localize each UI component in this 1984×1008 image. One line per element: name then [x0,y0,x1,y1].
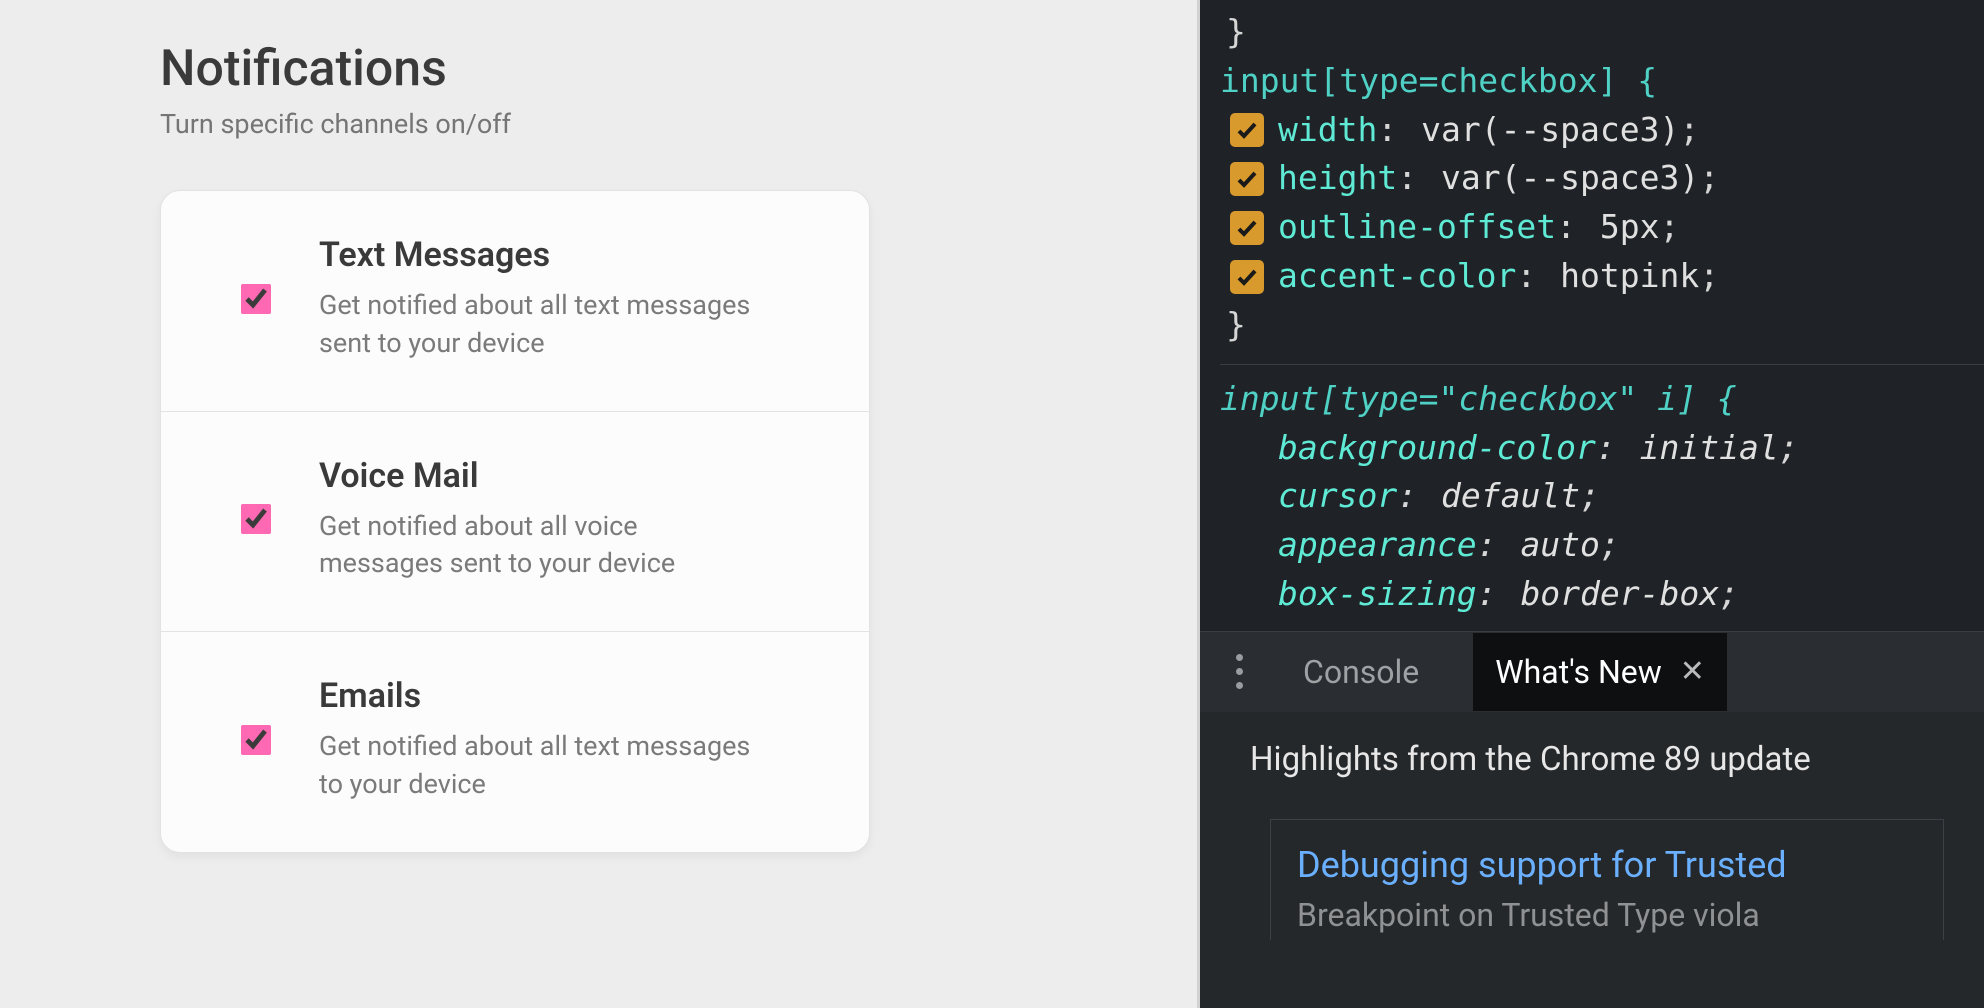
item-title: Emails [319,676,759,716]
css-selector[interactable]: input[type="checkbox" i] { [1220,375,1984,424]
notification-item-emails: Emails Get notified about all text messa… [161,632,869,852]
css-rule: input[type=checkbox] { width: var(--spac… [1220,57,1984,350]
notification-item-voice-mail: Voice Mail Get notified about all voice … [161,412,869,633]
css-declaration[interactable]: accent-color: hotpink; [1220,252,1984,301]
css-declaration[interactable]: appearance: auto; [1220,521,1984,570]
item-text: Text Messages Get notified about all tex… [319,235,759,363]
css-selector[interactable]: input[type=checkbox] { [1220,57,1984,106]
check-icon[interactable] [1230,260,1264,294]
check-icon[interactable] [1230,113,1264,147]
css-brace-close: } [1220,8,1984,57]
item-desc: Get notified about all voice messages se… [319,508,759,584]
item-text: Emails Get notified about all text messa… [319,676,759,804]
page-title: Notifications [160,40,1197,98]
item-desc: Get notified about all text messages sen… [319,287,759,363]
checkbox-voice-mail[interactable] [241,504,271,534]
check-icon[interactable] [1230,211,1264,245]
styles-pane[interactable]: } input[type=checkbox] { width: var(--sp… [1200,0,1984,631]
tab-label: What's New [1495,653,1662,691]
css-declaration[interactable]: width: var(--space3); [1220,106,1984,155]
checkbox-emails[interactable] [241,725,271,755]
css-brace-close: } [1220,301,1984,350]
css-declaration[interactable]: outline-offset: 5px; [1220,203,1984,252]
more-icon[interactable] [1230,648,1249,695]
notification-item-text-messages: Text Messages Get notified about all tex… [161,191,869,412]
whats-new-story[interactable]: Debugging support for Trusted Breakpoint… [1270,819,1944,940]
check-icon[interactable] [1230,162,1264,196]
story-subtitle: Breakpoint on Trusted Type viola [1297,896,1917,934]
devtools-panel: } input[type=checkbox] { width: var(--sp… [1200,0,1984,1008]
page-subtitle: Turn specific channels on/off [160,108,1197,140]
notifications-card: Text Messages Get notified about all tex… [160,190,870,853]
item-title: Voice Mail [319,456,759,496]
item-text: Voice Mail Get notified about all voice … [319,456,759,584]
rule-separator [1220,364,1984,365]
page-pane: Notifications Turn specific channels on/… [0,0,1200,1008]
css-declaration[interactable]: background-color: initial; [1220,424,1984,473]
story-title: Debugging support for Trusted [1297,844,1917,886]
item-title: Text Messages [319,235,759,275]
tab-whats-new[interactable]: What's New ✕ [1473,633,1727,711]
whats-new-headline: Highlights from the Chrome 89 update [1250,740,1944,779]
drawer-tabbar: Console What's New ✕ [1200,632,1984,712]
tab-console[interactable]: Console [1285,633,1437,711]
css-declaration[interactable]: height: var(--space3); [1220,154,1984,203]
checkbox-text-messages[interactable] [241,284,271,314]
close-icon[interactable]: ✕ [1680,654,1705,689]
drawer-body: Highlights from the Chrome 89 update Deb… [1200,712,1984,1008]
devtools-drawer: Console What's New ✕ Highlights from the… [1200,631,1984,1008]
item-desc: Get notified about all text messages to … [319,728,759,804]
css-declaration[interactable]: cursor: default; [1220,472,1984,521]
css-rule-user-agent: input[type="checkbox" i] { background-co… [1220,375,1984,619]
css-declaration[interactable]: box-sizing: border-box; [1220,570,1984,619]
